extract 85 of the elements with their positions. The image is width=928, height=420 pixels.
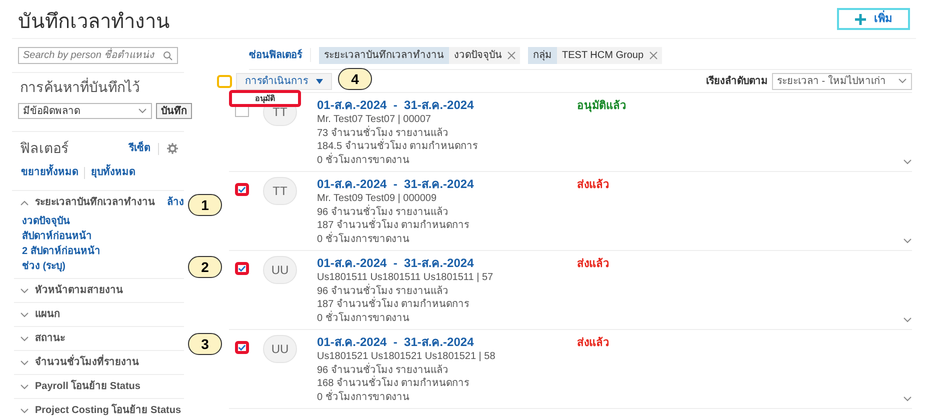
filter-chip[interactable]: กลุ่ม TEST HCM Group bbox=[528, 46, 662, 64]
sort-label: เรียงลำดับตาม bbox=[706, 74, 768, 88]
callout-marker: 3 bbox=[188, 333, 222, 355]
hide-filters-link[interactable]: ซ่อนฟิลเตอร์ bbox=[249, 48, 302, 62]
close-icon[interactable] bbox=[507, 50, 516, 60]
callout-marker: 4 bbox=[338, 68, 372, 90]
chevron-down-icon bbox=[20, 288, 29, 294]
scheduled-hours: 187 จำนวนชั่วโมง ตามกำหนดการ bbox=[317, 219, 577, 232]
chevron-down-icon bbox=[898, 78, 907, 84]
checkbox[interactable] bbox=[235, 341, 249, 354]
period-link[interactable]: 01-ส.ค.-2024 - 31-ส.ค.-2024 bbox=[317, 177, 577, 192]
page-title: บันทึกเวลาทำงาน bbox=[18, 10, 170, 34]
chevron-down-icon bbox=[20, 312, 29, 318]
sort-select[interactable]: ระยะเวลา - ใหม่ไปหาเก่า bbox=[772, 72, 912, 90]
person-text: Mr. Test09 Test09 | 000009 bbox=[317, 192, 438, 204]
filters-title: ฟิลเตอร์ bbox=[20, 139, 69, 158]
period-link[interactable]: 01-ส.ค.-2024 - 31-ส.ค.-2024 bbox=[317, 256, 577, 271]
caret-icon bbox=[316, 78, 323, 84]
filter-section-header[interactable]: หัวหน้าตามสายงาน bbox=[14, 279, 184, 302]
plus-icon bbox=[855, 14, 866, 24]
absence-hours: 0 ชั่วโมงการขาดงาน bbox=[317, 312, 410, 325]
reported-hours: 96 จำนวนชั่วโมง รายงานแล้ว bbox=[317, 284, 450, 296]
section-title: การค้นหาที่บันทึกไว้ bbox=[20, 77, 141, 97]
reported-hours: 73 จำนวนชั่วโมง รายงานแล้ว bbox=[317, 126, 450, 138]
reported-hours: 96 จำนวนชั่วโมง รายงานแล้ว bbox=[317, 364, 450, 376]
absence-hours: 0 ชั่วโมงการขาดงาน bbox=[317, 232, 410, 246]
checkmark-icon bbox=[238, 265, 246, 272]
chevron-down-icon bbox=[903, 238, 912, 244]
avatar: TT bbox=[263, 177, 297, 205]
period-link[interactable]: 01-ส.ค.-2024 - 31-ส.ค.-2024 bbox=[317, 335, 577, 350]
actions-button[interactable]: การดำเนินการ bbox=[236, 72, 332, 90]
chevron-down-icon bbox=[20, 360, 29, 366]
select-all-checkbox[interactable] bbox=[217, 74, 232, 88]
checkbox[interactable] bbox=[235, 262, 249, 275]
reported-hours: 96 จำนวนชั่วโมง รายงานแล้ว bbox=[317, 206, 450, 218]
chevron-down-icon bbox=[20, 384, 29, 390]
filter-section-header[interactable]: สถานะ bbox=[14, 327, 184, 350]
save-button[interactable]: บันทึก bbox=[156, 103, 192, 119]
chevron-down-icon bbox=[903, 159, 912, 165]
chevron-down-icon bbox=[20, 336, 29, 342]
search-field[interactable]: Search by person ชื่อตำแหน่ง bbox=[18, 47, 178, 64]
period-link[interactable]: 01-ส.ค.-2024 - 31-ส.ค.-2024 bbox=[317, 98, 577, 113]
chevron-down-icon bbox=[138, 108, 147, 114]
gear-icon[interactable] bbox=[167, 143, 178, 154]
filter-section-header[interactable]: จำนวนชั่วโมงที่รายงาน bbox=[14, 351, 184, 374]
status-text: อนุมัติแล้ว bbox=[577, 98, 627, 114]
search-icon bbox=[163, 50, 173, 60]
collapse-all-link[interactable]: ยุบทั้งหมด bbox=[91, 165, 135, 180]
status-text: ส่งแล้ว bbox=[577, 178, 610, 193]
checkmark-icon bbox=[238, 344, 246, 351]
actions-menu[interactable]: อนุมัติ bbox=[229, 90, 301, 107]
filter-section-header[interactable]: Project Costing โอนย้าย Status bbox=[14, 399, 184, 420]
scheduled-hours: 187 จำนวนชั่วโมง ตามกำหนดการ bbox=[317, 298, 577, 312]
scheduled-hours: 168 จำนวนชั่วโมง ตามกำหนดการ bbox=[317, 377, 577, 390]
checkbox[interactable] bbox=[235, 183, 249, 196]
filter-option-link[interactable]: งวดปัจจุบัน bbox=[22, 214, 70, 229]
filter-section-header[interactable]: Payroll โอนย้าย Status bbox=[14, 375, 184, 398]
avatar: UU bbox=[263, 335, 297, 363]
absence-hours: 0 ชั่วโมงการขาดงาน bbox=[317, 154, 410, 167]
chevron-down-icon bbox=[903, 317, 912, 323]
expand-all-link[interactable]: ขยายทั้งหมด bbox=[21, 165, 78, 180]
person-text: Mr. Test07 Test07 | 00007 bbox=[317, 113, 432, 126]
avatar: UU bbox=[263, 256, 297, 284]
callout-marker: 1 bbox=[188, 194, 222, 216]
filter-section-header[interactable]: ระยะเวลาบันทึกเวลาทำงาน ล้าง bbox=[14, 191, 184, 214]
chevron-up-icon bbox=[20, 200, 29, 206]
status-text: ส่งแล้ว bbox=[577, 256, 610, 272]
chevron-down-icon bbox=[20, 408, 29, 414]
absence-hours: 0 ชั่วโมงการขาดงาน bbox=[317, 390, 410, 404]
filter-option-link[interactable]: สัปดาห์ก่อนหน้า bbox=[22, 229, 92, 244]
person-text: Us1801511 Us1801511 Us1801511 | 57 bbox=[317, 271, 494, 284]
status-text: ส่งแล้ว bbox=[577, 336, 610, 351]
saved-search-select[interactable]: มีข้อผิดพลาด bbox=[18, 103, 152, 119]
filter-option-link[interactable]: 2 สัปดาห์ก่อนหน้า bbox=[22, 244, 100, 259]
checkmark-icon bbox=[238, 186, 246, 193]
add-button[interactable]: เพิ่ม bbox=[837, 8, 910, 30]
filter-option-link[interactable]: ช่วง (ระบุ) bbox=[22, 259, 66, 274]
close-icon[interactable] bbox=[648, 50, 658, 60]
reset-link[interactable]: รีเซ็ต bbox=[129, 141, 150, 156]
filter-chip[interactable]: ระยะเวลาบันทึกเวลาทำงาน งวดปัจจุบัน bbox=[319, 46, 520, 64]
filter-section-header[interactable]: แผนก bbox=[14, 303, 184, 326]
chevron-down-icon bbox=[903, 396, 912, 402]
callout-marker: 2 bbox=[188, 256, 222, 278]
scheduled-hours: 184.5 จำนวนชั่วโมง ตามกำหนดการ bbox=[317, 140, 577, 154]
person-text: Us1801521 Us1801521 Us1801521 | 58 bbox=[317, 350, 496, 362]
